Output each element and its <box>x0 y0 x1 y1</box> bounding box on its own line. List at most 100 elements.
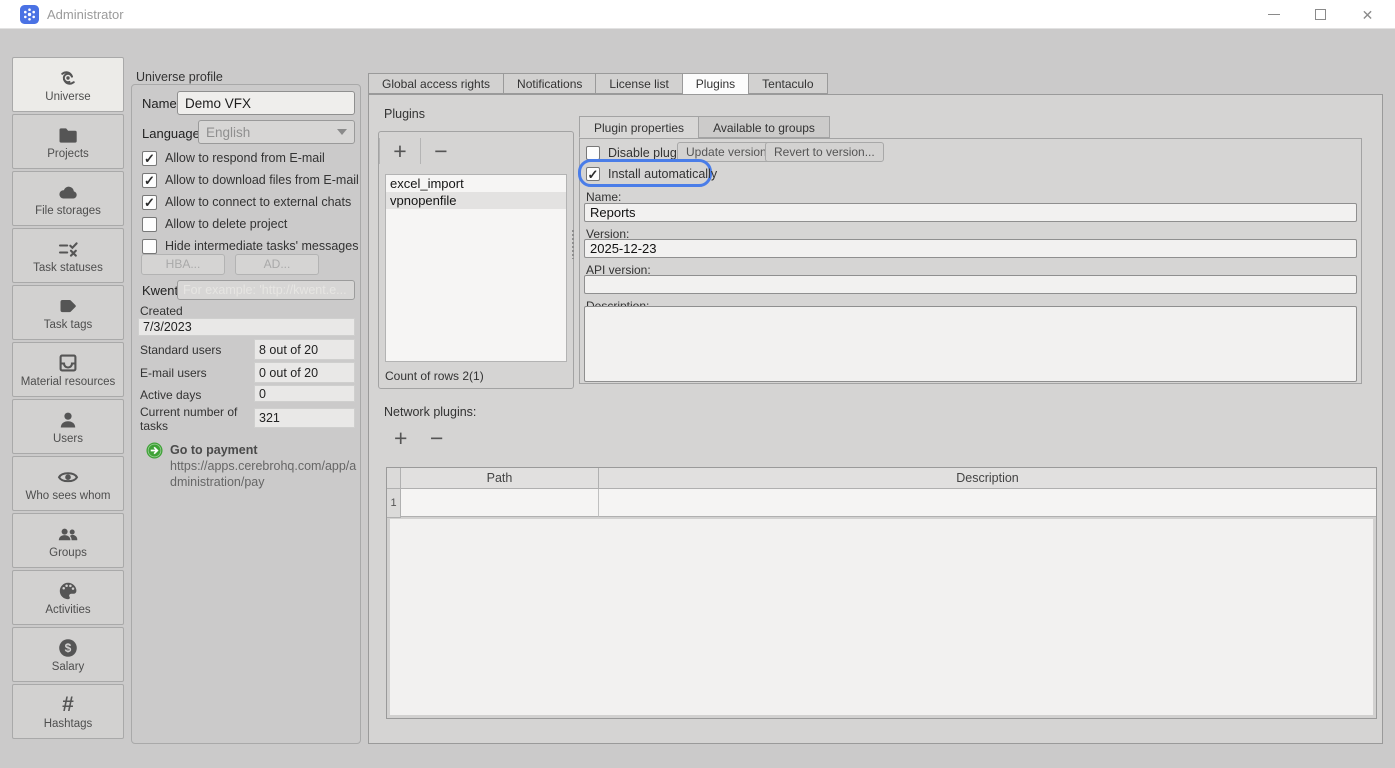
add-network-plugin-button[interactable]: + <box>394 425 407 452</box>
sidebar-item-users[interactable]: Users <box>12 399 124 454</box>
tab-plugins[interactable]: Plugins <box>682 73 748 95</box>
tab-available-to-groups[interactable]: Available to groups <box>698 116 830 138</box>
maximize-icon <box>1315 9 1326 20</box>
plugin-list-item[interactable]: excel_import <box>386 175 566 192</box>
table-header-row: Path Description <box>387 468 1376 489</box>
universe-profile-title: Universe profile <box>136 70 223 84</box>
checkbox-icon: ✓ <box>586 167 600 181</box>
sidebar-item-groups[interactable]: Groups <box>12 513 124 568</box>
sidebar-item-hashtags[interactable]: # Hashtags <box>12 684 124 739</box>
network-plugins-label: Network plugins: <box>384 405 476 419</box>
sidebar-item-salary[interactable]: $ Salary <box>12 627 124 682</box>
main-tab-bar: Global access rights Notifications Licen… <box>368 73 828 95</box>
remove-network-plugin-button[interactable]: − <box>430 425 443 452</box>
plugins-list: excel_import vpnopenfile <box>385 174 567 362</box>
checkbox-label: Allow to delete project <box>165 217 287 231</box>
dropdown-arrow-icon <box>337 129 347 135</box>
sidebar-item-who-sees-whom[interactable]: Who sees whom <box>12 456 124 511</box>
language-select[interactable]: English <box>198 120 355 144</box>
sidebar-item-label: Task statuses <box>33 262 103 274</box>
checkbox-icon: ✓ <box>142 195 157 210</box>
plugin-name-input[interactable] <box>584 203 1357 222</box>
checkbox-hide-intermediate[interactable]: Hide intermediate tasks' messages <box>142 238 358 254</box>
hba-button[interactable]: HBA... <box>141 254 225 275</box>
eye-icon <box>57 466 79 488</box>
description-cell[interactable] <box>599 489 1376 517</box>
box-icon <box>57 352 79 374</box>
revert-to-version-button[interactable]: Revert to version... <box>765 142 884 162</box>
kwent-input[interactable] <box>177 280 355 300</box>
payment-url[interactable]: https://apps.cerebrohq.com/app/administr… <box>170 458 362 490</box>
people-icon <box>57 523 79 545</box>
sidebar-item-universe[interactable]: Universe <box>12 57 124 112</box>
dollar-icon: $ <box>57 637 79 659</box>
sidebar: Universe Projects File storages Task sta… <box>12 57 124 739</box>
install-automatically-checkbox[interactable]: ✓ Install automatically <box>586 166 717 182</box>
checkbox-icon <box>586 146 600 160</box>
sidebar-item-label: Material resources <box>21 376 116 388</box>
checkbox-icon <box>142 217 157 232</box>
path-cell[interactable] <box>401 489 599 517</box>
checkbox-icon: ✓ <box>142 173 157 188</box>
tab-tentaculo[interactable]: Tentaculo <box>748 73 827 94</box>
tab-license-list[interactable]: License list <box>595 73 681 94</box>
go-to-payment-link[interactable]: Go to payment <box>170 443 258 457</box>
window-title: Administrator <box>47 7 124 22</box>
column-header-description[interactable]: Description <box>599 468 1376 489</box>
plugin-version-input[interactable] <box>584 239 1357 258</box>
checkbox-respond-email[interactable]: ✓ Allow to respond from E-mail <box>142 150 325 166</box>
plugin-name-label: Name: <box>586 190 621 204</box>
standard-users-value: 8 out of 20 <box>254 339 355 360</box>
universe-name-input[interactable] <box>177 91 355 115</box>
column-header-path[interactable]: Path <box>401 468 599 489</box>
checkbox-icon <box>142 239 157 254</box>
checkbox-download-files[interactable]: ✓ Allow to download files from E-mail <box>142 172 359 188</box>
sidebar-item-task-tags[interactable]: Task tags <box>12 285 124 340</box>
checkbox-label: Allow to connect to external chats <box>165 195 351 209</box>
maximize-button[interactable] <box>1297 0 1344 29</box>
sidebar-item-file-storages[interactable]: File storages <box>12 171 124 226</box>
sidebar-item-task-statuses[interactable]: Task statuses <box>12 228 124 283</box>
svg-text:$: $ <box>65 641 72 655</box>
plugin-description-input[interactable] <box>584 306 1357 382</box>
active-days-label: Active days <box>140 388 201 402</box>
plugins-group: + − excel_import vpnopenfile Count of ro… <box>378 131 574 389</box>
sidebar-item-label: Users <box>53 433 83 445</box>
plugins-tab-panel: Plugins + − excel_import vpnopenfile Cou… <box>368 94 1383 744</box>
sidebar-item-label: Groups <box>49 547 87 559</box>
plugin-list-item-selected[interactable]: vpnopenfile <box>386 192 566 209</box>
language-label: Language <box>142 126 200 141</box>
close-icon: ✕ <box>1362 8 1374 22</box>
sidebar-item-label: Salary <box>52 661 85 673</box>
plugin-api-version-input[interactable] <box>584 275 1357 294</box>
sidebar-item-material-resources[interactable]: Material resources <box>12 342 124 397</box>
title-bar: Administrator ✕ <box>0 0 1395 29</box>
sidebar-item-label: Task tags <box>44 319 93 331</box>
sidebar-item-activities[interactable]: Activities <box>12 570 124 625</box>
disable-plugin-checkbox[interactable]: Disable plugin <box>586 145 687 161</box>
email-users-label: E-mail users <box>140 366 207 380</box>
sidebar-item-label: Projects <box>47 148 89 160</box>
checkbox-label: Disable plugin <box>608 146 687 160</box>
remove-plugin-button[interactable]: − <box>421 136 461 166</box>
email-users-value: 0 out of 20 <box>254 362 355 383</box>
tab-global-access-rights[interactable]: Global access rights <box>368 73 503 94</box>
sidebar-item-label: Who sees whom <box>25 490 110 502</box>
add-plugin-button[interactable]: + <box>380 136 420 166</box>
tab-plugin-properties[interactable]: Plugin properties <box>579 116 698 138</box>
cloud-icon <box>57 181 79 203</box>
properties-tab-bar: Plugin properties Available to groups <box>579 116 830 138</box>
current-tasks-value: 321 <box>254 408 355 428</box>
table-row: 1 <box>387 489 1376 518</box>
plugins-toolbar: + − <box>379 132 573 170</box>
universe-profile-panel: Name Language English ✓ Allow to respond… <box>131 84 361 744</box>
sidebar-item-projects[interactable]: Projects <box>12 114 124 169</box>
checkbox-delete-project[interactable]: Allow to delete project <box>142 216 287 232</box>
close-button[interactable]: ✕ <box>1344 0 1391 29</box>
panel-splitter-handle[interactable] <box>571 229 576 259</box>
checkbox-external-chats[interactable]: ✓ Allow to connect to external chats <box>142 194 351 210</box>
ad-button[interactable]: AD... <box>235 254 319 275</box>
minimize-button[interactable] <box>1250 0 1297 29</box>
tab-notifications[interactable]: Notifications <box>503 73 595 94</box>
person-icon <box>57 409 79 431</box>
